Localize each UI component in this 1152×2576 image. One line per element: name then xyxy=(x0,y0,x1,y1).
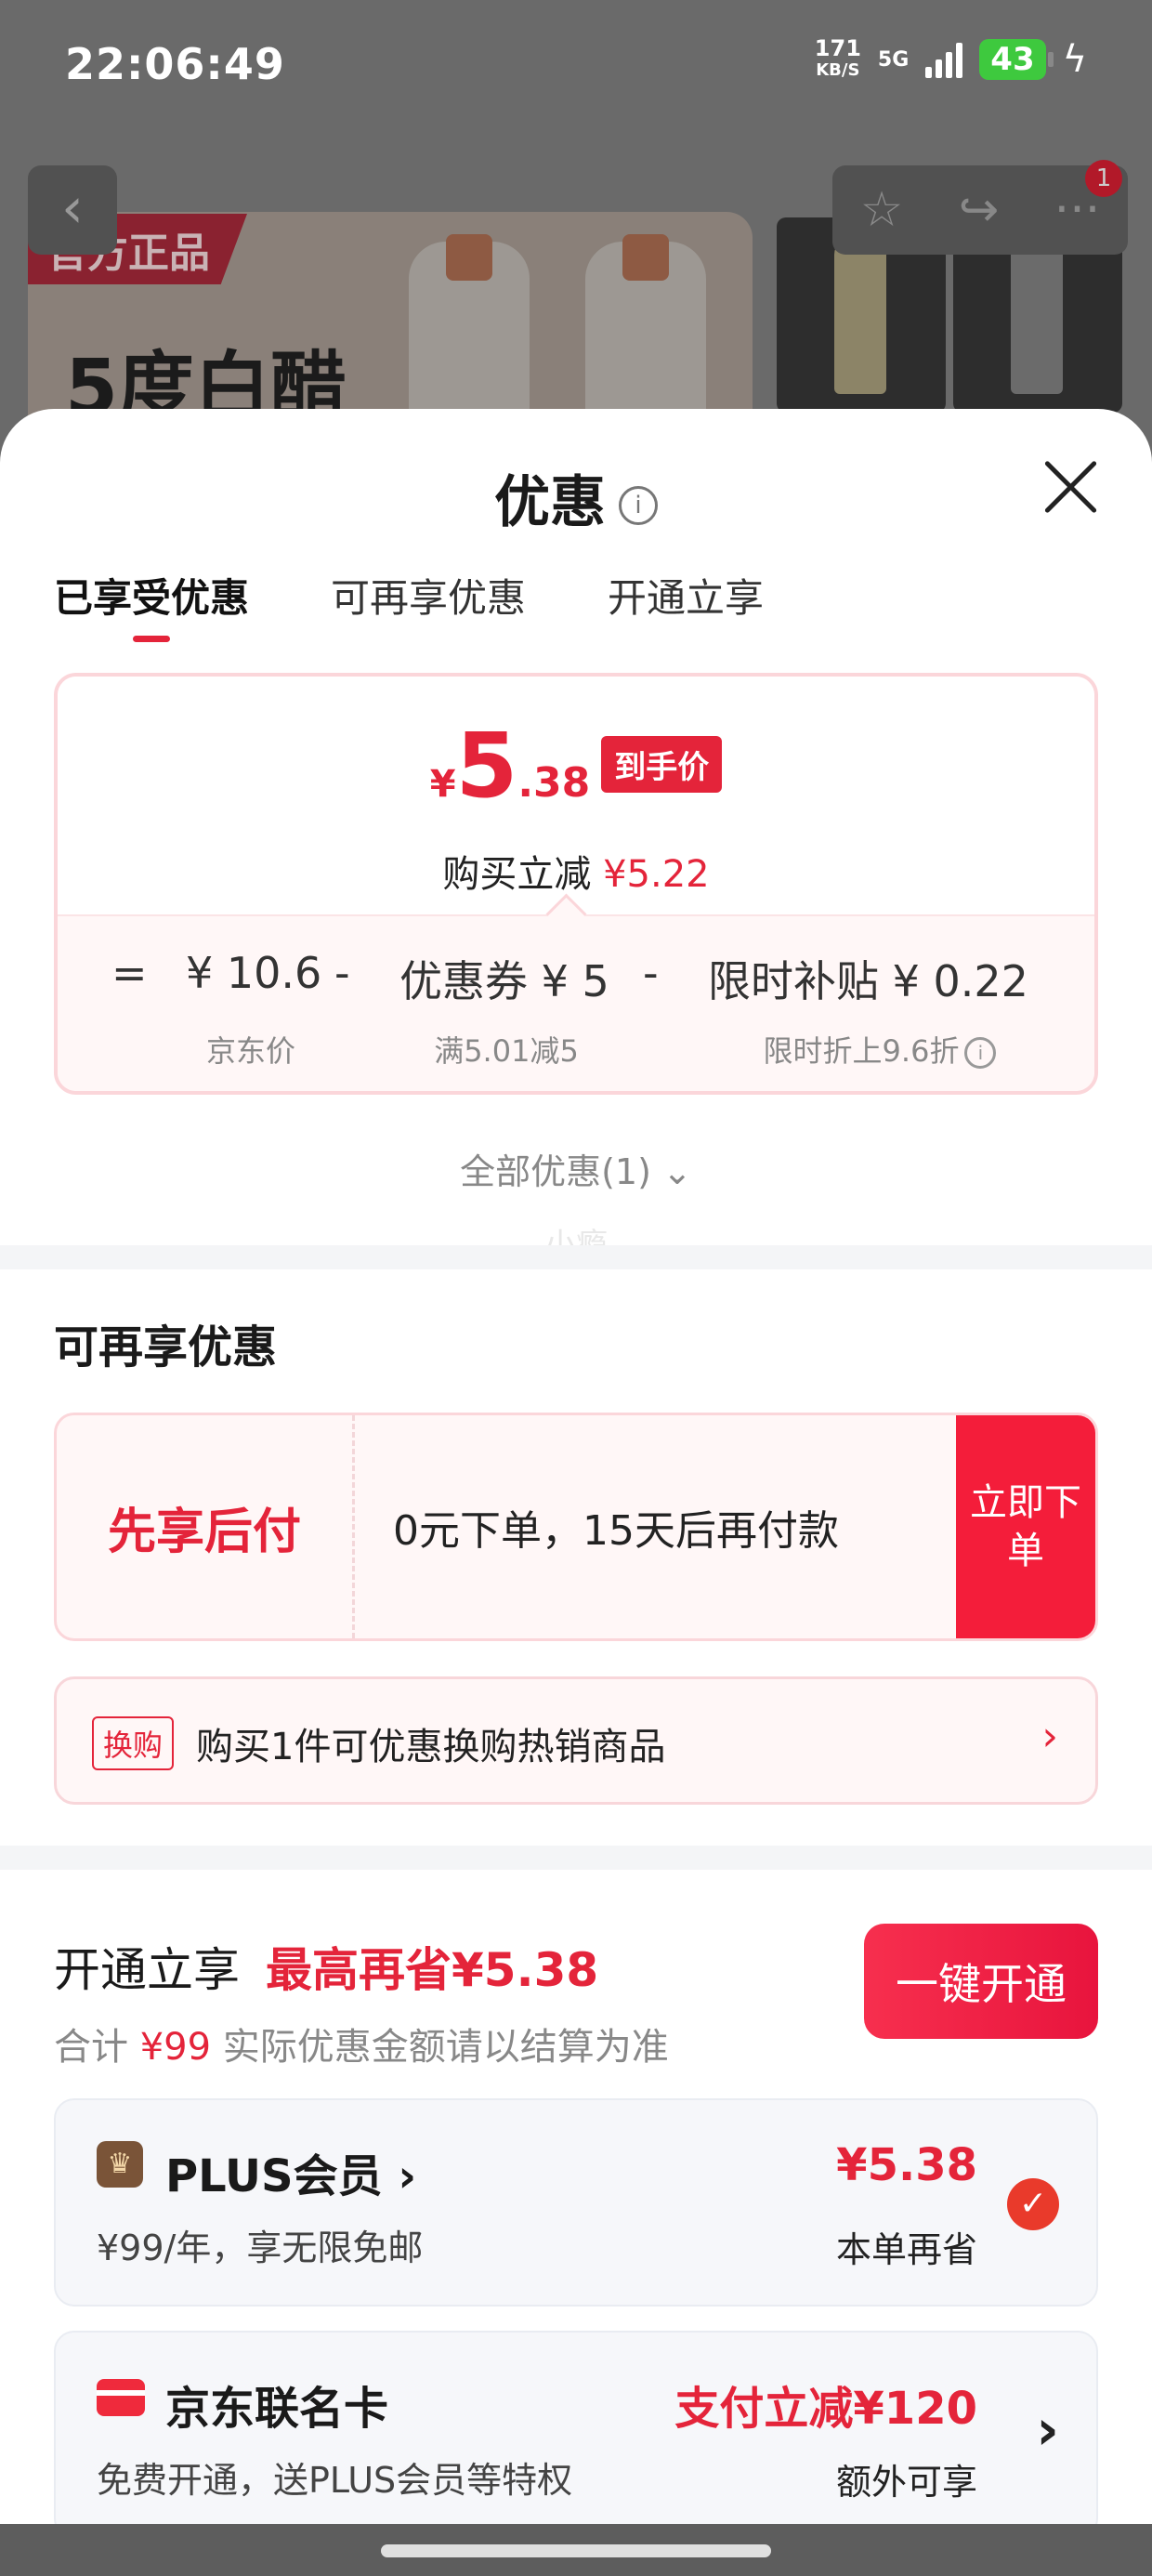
exchange-text: 购买1件可优惠换购热销商品 xyxy=(196,1726,666,1768)
signal-icon xyxy=(925,41,963,78)
max-saving: 最高再省¥5.38 xyxy=(266,1943,599,1997)
tab-open[interactable]: 开通立享 xyxy=(608,567,764,642)
formula-coupon: 优惠券 ¥ 5 xyxy=(399,956,609,1006)
plus-saving-note: 本单再省 xyxy=(835,2229,977,2270)
card-offer: 支付立减¥120 xyxy=(674,2383,977,2435)
open-section-subtitle: 合计 ¥99 实际优惠金额请以结算为准 xyxy=(54,2026,669,2069)
chevron-right-icon: › xyxy=(1041,1713,1058,1760)
credit-card-icon xyxy=(97,2379,145,2416)
charging-icon: ϟ xyxy=(1062,38,1087,81)
formula-jd-price-label: 京东价 xyxy=(205,1033,295,1069)
chevron-right-icon: › xyxy=(1036,2398,1059,2463)
order-now-button[interactable]: 立即下单 xyxy=(956,1415,1095,1638)
discount-sheet: 优惠 i 已享受优惠 可再享优惠 开通立享 ¥5.38 到手价 购买立减 ¥5.22… xyxy=(0,409,1152,2524)
formula-jd-price: ¥ 10.6 xyxy=(186,948,322,998)
formula-operator: - xyxy=(643,948,659,998)
card-offer-note: 额外可享 xyxy=(835,2462,977,2503)
final-price: ¥5.38 到手价 xyxy=(58,714,1094,818)
checkmark-icon[interactable]: ✓ xyxy=(1007,2178,1059,2230)
card-description: 免费开通，送PLUS会员等特权 xyxy=(97,2460,573,2501)
share-icon[interactable]: ↪ xyxy=(959,182,1000,238)
status-bar: 22:06:49 171 KB/S 5G 43 ϟ xyxy=(0,0,1152,139)
buy-now-pay-later-card[interactable]: 先享后付 0元下单，15天后再付款 立即下单 xyxy=(54,1413,1098,1641)
status-time: 22:06:49 xyxy=(65,39,285,89)
plus-membership-card[interactable]: ♛ PLUS会员 › ¥99/年，享无限免邮 ¥5.38 本单再省 ✓ xyxy=(54,2098,1098,2307)
exchange-tag: 换购 xyxy=(92,1716,175,1770)
crown-icon: ♛ xyxy=(97,2141,143,2188)
info-icon[interactable]: i xyxy=(619,486,658,526)
chevron-down-icon: ⌄ xyxy=(662,1151,692,1192)
notification-badge: 1 xyxy=(1085,160,1122,197)
formula-operator: - xyxy=(334,948,350,998)
co-branded-card[interactable]: 京东联名卡 免费开通，送PLUS会员等特权 支付立减¥120 额外可享 › xyxy=(54,2331,1098,2524)
status-indicators: 171 KB/S 5G 43 ϟ xyxy=(815,37,1087,82)
section-divider xyxy=(0,1245,1152,1269)
bnpl-description: 0元下单，15天后再付款 xyxy=(393,1507,839,1555)
instant-discount: 购买立减 ¥5.22 xyxy=(442,853,710,896)
close-icon[interactable] xyxy=(1041,457,1100,517)
section-divider xyxy=(0,1846,1152,1870)
home-indicator[interactable] xyxy=(381,2544,771,2557)
signal-type: 5G xyxy=(877,47,910,72)
open-section-header: 开通立享 最高再省¥5.38 xyxy=(54,1933,598,2000)
sheet-title: 优惠 i xyxy=(0,457,1152,538)
battery-icon: 43 xyxy=(979,39,1054,80)
plus-saving: ¥5.38 xyxy=(836,2139,977,2191)
plus-title[interactable]: PLUS会员 › xyxy=(165,2139,416,2204)
home-indicator-bar xyxy=(0,2524,1152,2576)
tab-more[interactable]: 可再享优惠 xyxy=(331,567,526,642)
formula-subsidy: 限时补贴 ¥ 0.22 xyxy=(708,956,1028,1006)
plus-description: ¥99/年，享无限免邮 xyxy=(97,2228,424,2268)
final-price-tag: 到手价 xyxy=(601,736,723,793)
card-title: 京东联名卡 xyxy=(165,2383,389,2435)
formula-operator: = xyxy=(111,948,148,998)
section-title-more: 可再享优惠 xyxy=(54,1321,278,1373)
network-speed: 171 KB/S xyxy=(814,35,861,80)
formula-subsidy-label: 限时折上9.6折 i xyxy=(708,1028,1052,1071)
exchange-offer[interactable]: 换购 购买1件可优惠换购热销商品 › xyxy=(54,1676,1098,1805)
all-discounts-toggle[interactable]: 全部优惠(1) ⌄ xyxy=(0,1143,1152,1194)
section-title-open: 开通立享 xyxy=(54,1943,240,1997)
price-card: ¥5.38 到手价 购买立减 ¥5.22 = ¥ 10.6 京东价 - 优惠券 ¥… xyxy=(54,673,1098,1095)
info-icon[interactable]: i xyxy=(964,1037,997,1069)
bnpl-label: 先享后付 xyxy=(57,1415,355,1638)
top-actions: ☆ ↪ ··· 1 xyxy=(832,160,1128,255)
price-formula: = ¥ 10.6 京东价 - 优惠券 ¥ 5 满5.01减5 - 限时补贴 ¥ … xyxy=(58,914,1094,1091)
star-icon[interactable]: ☆ xyxy=(860,182,904,238)
tab-bar: 已享受优惠 可再享优惠 开通立享 xyxy=(54,567,764,642)
back-button[interactable]: ‹ xyxy=(28,165,117,255)
tab-enjoyed[interactable]: 已享受优惠 xyxy=(54,567,249,642)
formula-coupon-label: 满5.01减5 xyxy=(434,1033,579,1069)
one-click-open-button[interactable]: 一键开通 xyxy=(864,1924,1098,2039)
